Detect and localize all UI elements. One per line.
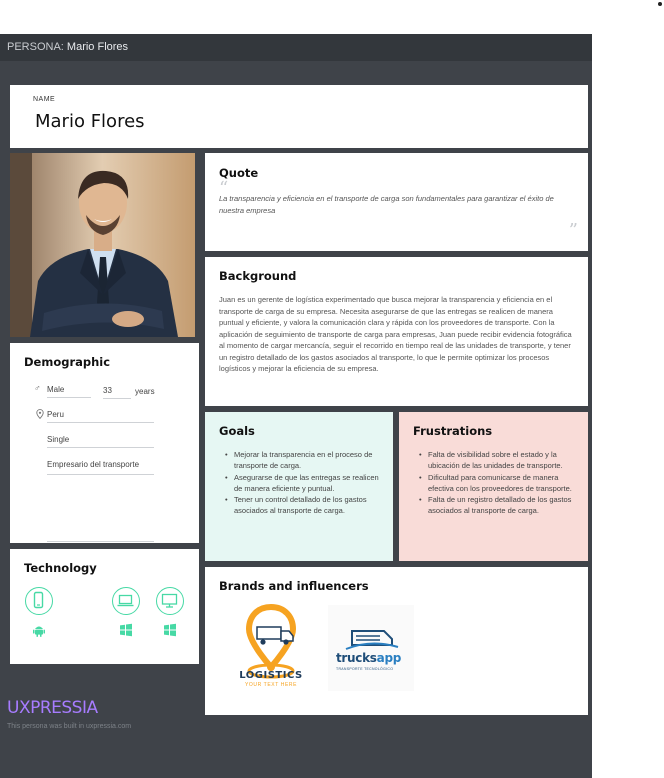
frustrations-list: Falta de visibilidad sobre el estado y l…	[413, 449, 578, 517]
name-label: NAME	[33, 96, 56, 103]
persona-canvas: PERSONA: Mario Flores NAME Mario Flores	[0, 34, 592, 778]
name-card[interactable]: NAME Mario Flores	[10, 85, 588, 148]
trucksapp-logo-tagline: TRANSPORTE TECNOLÓGICO	[336, 667, 394, 671]
trucksapp-logo-word: trucksapp	[336, 651, 402, 665]
background-card[interactable]: Background Juan es un gerente de logísti…	[205, 257, 588, 406]
android-icon	[32, 623, 46, 642]
quote-card[interactable]: Quote “ La transparencia y eficiencia en…	[205, 153, 588, 251]
location-field[interactable]: Peru	[47, 410, 154, 423]
logistics-logo[interactable]: LOGISTICS YOUR TEXT HERE	[231, 603, 311, 693]
technology-title: Technology	[24, 561, 97, 575]
background-title: Background	[219, 269, 297, 283]
persona-header: PERSONA: Mario Flores	[0, 34, 592, 61]
brands-card[interactable]: Brands and influencers LOGISTICS YOUR TE…	[205, 567, 588, 715]
frustrations-title: Frustrations	[413, 424, 493, 438]
list-item[interactable]: Falta de un registro detallado de los ga…	[413, 494, 578, 517]
list-item[interactable]: Dificultad para comunicarse de manera ef…	[413, 472, 578, 495]
laptop-icon[interactable]	[112, 587, 140, 615]
age-unit-label: years	[135, 387, 155, 396]
uxpressia-logo[interactable]: UXPRESSIA	[7, 698, 98, 718]
brands-title: Brands and influencers	[219, 579, 369, 593]
occupation-field[interactable]: Empresario del transporte	[47, 459, 154, 475]
goals-card[interactable]: Goals Mejorar la transparencia en el pro…	[205, 412, 393, 561]
page: PERSONA: Mario Flores NAME Mario Flores	[0, 0, 664, 778]
extra-field[interactable]	[47, 529, 154, 542]
technology-card[interactable]: Technology	[10, 549, 199, 664]
list-item[interactable]: Asegurarse de que las entregas se realic…	[219, 472, 384, 495]
background-text[interactable]: Juan es un gerente de logística experime…	[219, 294, 575, 375]
gender-field[interactable]: Male	[47, 385, 91, 398]
demographic-card[interactable]: Demographic ♂ Male 33 years Peru Single …	[10, 343, 199, 543]
list-item[interactable]: Tener un control detallado de los gastos…	[219, 494, 384, 517]
age-field[interactable]: 33	[103, 386, 131, 399]
location-pin-icon	[36, 409, 44, 421]
corner-dot	[658, 2, 662, 6]
persona-photo-image	[10, 153, 195, 337]
windows-icon	[163, 623, 177, 642]
male-gender-icon: ♂	[34, 383, 41, 393]
logistics-logo-word: LOGISTICS	[239, 670, 303, 681]
logistics-logo-tagline: YOUR TEXT HERE	[244, 682, 298, 688]
list-item[interactable]: Mejorar la transparencia en el proceso d…	[219, 449, 384, 472]
goals-list: Mejorar la transparencia en el proceso d…	[219, 449, 384, 517]
quote-text[interactable]: La transparencia y eficiencia en el tran…	[219, 193, 569, 216]
marital-status-field[interactable]: Single	[47, 435, 154, 448]
header-name: Mario Flores	[66, 41, 129, 53]
windows-icon	[119, 623, 133, 642]
header-prefix: PERSONA:	[7, 41, 64, 53]
persona-photo[interactable]	[10, 153, 195, 337]
trucksapp-logo[interactable]: trucksapp TRANSPORTE TECNOLÓGICO	[328, 605, 414, 691]
close-quote-icon: ”	[568, 220, 578, 241]
persona-name[interactable]: Mario Flores	[35, 111, 145, 132]
list-item[interactable]: Falta de visibilidad sobre el estado y l…	[413, 449, 578, 472]
footer-note[interactable]: This persona was built in uxpressia.com	[7, 723, 131, 730]
demographic-title: Demographic	[24, 355, 111, 369]
mobile-icon[interactable]	[25, 587, 53, 615]
desktop-icon[interactable]	[156, 587, 184, 615]
frustrations-card[interactable]: Frustrations Falta de visibilidad sobre …	[399, 412, 588, 561]
goals-title: Goals	[219, 424, 255, 438]
